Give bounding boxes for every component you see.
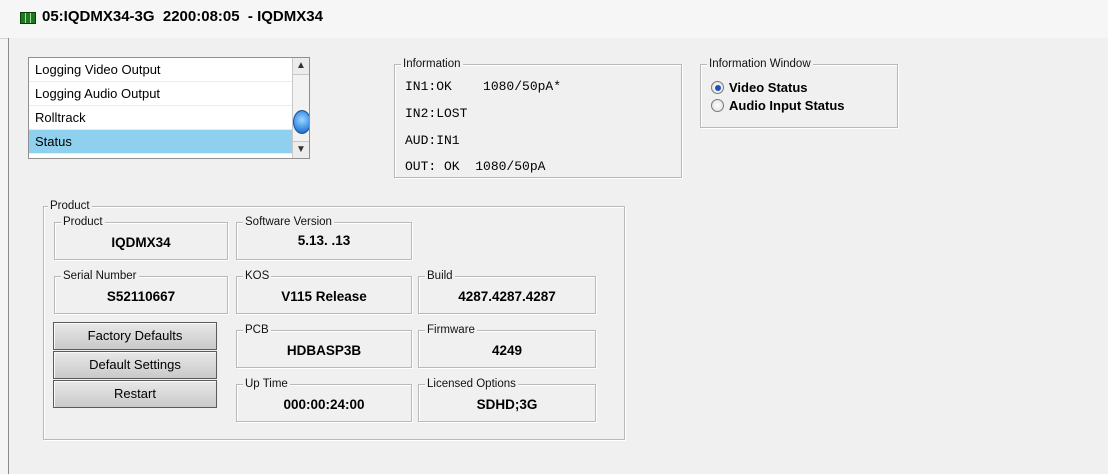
software-version-field: Software Version 5.13. .13 <box>236 215 412 260</box>
list-item-rolltrack[interactable]: Rolltrack <box>29 106 293 130</box>
factory-defaults-button[interactable]: Factory Defaults <box>53 322 217 350</box>
info-line-out: OUT: OK 1080/50pA <box>405 159 546 174</box>
title-bar: 05:IQDMX34-3G 2200:08:05 - IQDMX34 <box>0 0 1108 39</box>
chevron-up-icon[interactable]: ▲ <box>293 58 309 75</box>
radio-selected-icon[interactable] <box>711 81 724 94</box>
information-group: Information IN1:OK 1080/50pA* IN2:LOST A… <box>394 57 682 178</box>
kos-label: KOS <box>243 269 272 283</box>
pcb-label: PCB <box>243 323 271 337</box>
information-window-legend: Information Window <box>707 57 813 71</box>
list-item-logging-audio-output[interactable]: Logging Audio Output <box>29 82 293 106</box>
up-time-label: Up Time <box>243 377 290 391</box>
radio-video-status-label: Video Status <box>729 80 808 95</box>
radio-unselected-icon[interactable] <box>711 99 724 112</box>
product-field: Product IQDMX34 <box>54 215 228 260</box>
window-title: 05:IQDMX34-3G 2200:08:05 - IQDMX34 <box>42 8 323 25</box>
chevron-down-icon[interactable]: ▼ <box>293 141 309 158</box>
build-label: Build <box>425 269 455 283</box>
radio-video-status[interactable]: Video Status <box>711 80 808 95</box>
information-legend: Information <box>401 57 463 71</box>
scrollbar-thumb[interactable] <box>293 110 309 134</box>
licensed-options-field: Licensed Options SDHD;3G <box>418 377 596 422</box>
product-label: Product <box>61 215 105 229</box>
software-version-value: 5.13. .13 <box>297 233 351 248</box>
serial-number-value: S52110667 <box>106 289 176 304</box>
up-time-value: 000:00:24:00 <box>283 397 365 412</box>
product-value: IQDMX34 <box>111 235 171 250</box>
listbox-scrollbar[interactable]: ▲ ▼ <box>292 58 309 158</box>
list-item-status[interactable]: Status <box>29 130 293 154</box>
serial-number-field: Serial Number S52110667 <box>54 269 228 314</box>
software-version-label: Software Version <box>243 215 334 229</box>
licensed-options-value: SDHD;3G <box>476 397 538 412</box>
default-settings-button[interactable]: Default Settings <box>53 351 217 379</box>
kos-value: V115 Release <box>281 289 367 304</box>
radio-audio-input-status-label: Audio Input Status <box>729 98 845 113</box>
build-field: Build 4287.4287.4287 <box>418 269 596 314</box>
pcb-value: HDBASP3B <box>286 343 362 358</box>
serial-number-label: Serial Number <box>61 269 139 283</box>
up-time-field: Up Time 000:00:24:00 <box>236 377 412 422</box>
info-line-in1: IN1:OK 1080/50pA* <box>405 79 562 94</box>
info-line-in2: IN2:LOST <box>405 106 468 121</box>
menu-listbox[interactable]: Logging Video Output Logging Audio Outpu… <box>28 57 310 159</box>
kos-field: KOS V115 Release <box>236 269 412 314</box>
list-item-logging-video-output[interactable]: Logging Video Output <box>29 58 293 82</box>
build-value: 4287.4287.4287 <box>458 289 556 304</box>
product-group-legend: Product <box>48 199 92 213</box>
info-line-aud: AUD:IN1 <box>405 133 460 148</box>
firmware-field: Firmware 4249 <box>418 323 596 368</box>
firmware-label: Firmware <box>425 323 477 337</box>
restart-button[interactable]: Restart <box>53 380 217 408</box>
device-icon <box>20 12 36 24</box>
firmware-value: 4249 <box>491 343 523 358</box>
information-window-group: Information Window Video Status Audio In… <box>700 57 898 128</box>
licensed-options-label: Licensed Options <box>425 377 518 391</box>
radio-audio-input-status[interactable]: Audio Input Status <box>711 98 845 113</box>
pcb-field: PCB HDBASP3B <box>236 323 412 368</box>
